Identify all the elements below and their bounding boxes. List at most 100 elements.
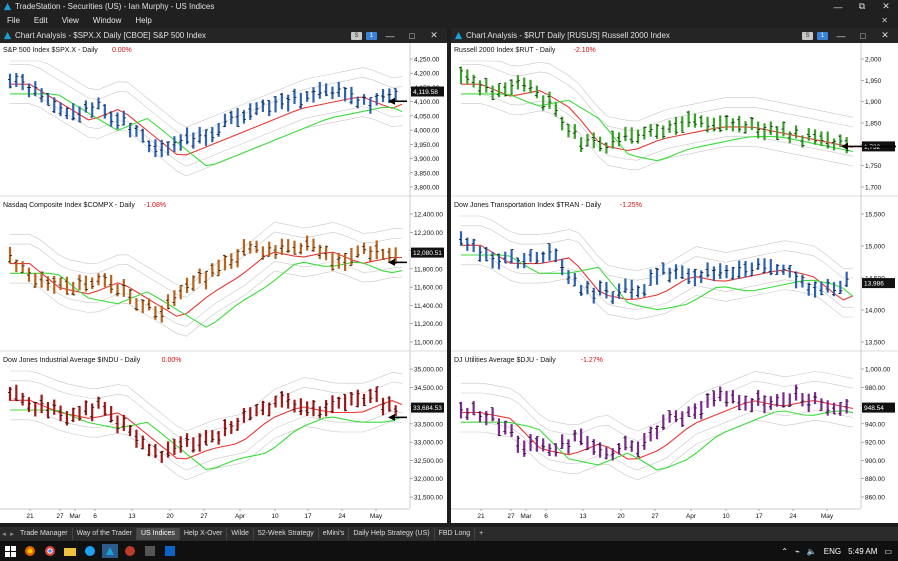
tab-scroll-left-icon[interactable]: ◂ (0, 530, 8, 538)
price-tick-label: 11,400.00 (414, 303, 443, 310)
tab-daily-help-strategy[interactable]: Daily Help Strategy (US) (349, 528, 435, 540)
price-tick-label: 4,100.00 (414, 99, 440, 106)
price-tick-label: 3,900.00 (414, 156, 440, 163)
date-tick-label: 21 (477, 513, 485, 520)
menu-edit[interactable]: Edit (27, 16, 55, 25)
add-tab-button[interactable]: + (475, 528, 487, 540)
title-bar: TradeStation - Securities (US) - Ian Mur… (0, 0, 898, 13)
svg-text:33,684.53: 33,684.53 (413, 405, 442, 412)
window-close-button[interactable]: ✕ (876, 30, 894, 41)
window-maximize-button[interactable]: □ (854, 31, 872, 41)
tab-help-x-over[interactable]: Help X-Over (180, 528, 228, 540)
panel-change: -1.08% (144, 202, 166, 209)
workspace-tab-bar: ◂ ▸ Trade Manager Way of the Trader US I… (0, 527, 898, 541)
firefox-icon[interactable] (22, 544, 38, 558)
minimize-button[interactable]: — (826, 2, 850, 12)
notifications-chevron-icon[interactable]: ⌃ (781, 547, 788, 556)
price-tick-label: 880.00 (865, 476, 885, 483)
chart-window-spx[interactable]: Chart Analysis - $SPX.X Daily [CBOE] S&P… (0, 28, 447, 523)
menu-help[interactable]: Help (128, 16, 158, 25)
close-button[interactable]: ✕ (874, 1, 898, 12)
tab-eminis[interactable]: eMini's (319, 528, 350, 540)
price-tick-label: 11,600.00 (414, 285, 443, 292)
window-title: TradeStation - Securities (US) - Ian Mur… (15, 2, 215, 11)
date-tick-label: 20 (617, 513, 625, 520)
menu-view[interactable]: View (55, 16, 86, 25)
tab-wilde[interactable]: Wilde (227, 528, 254, 540)
price-tick-label: 4,050.00 (414, 113, 440, 120)
date-tick-label: May (821, 513, 834, 520)
price-tick-label: 11,000.00 (414, 340, 443, 347)
action-center-icon[interactable]: ▭ (884, 547, 892, 556)
media-icon[interactable] (122, 544, 138, 558)
tab-trade-manager[interactable]: Trade Manager (16, 528, 73, 540)
price-tick-label: 900.00 (865, 458, 885, 465)
price-tick-label: 1,900 (865, 99, 882, 106)
menu-file[interactable]: File (0, 16, 27, 25)
windows-start-icon[interactable] (2, 544, 18, 558)
edge-icon[interactable] (82, 544, 98, 558)
symbol-link-icon[interactable]: S (351, 31, 362, 40)
panel-label: Dow Jones Transportation Index $TRAN - D… (454, 202, 602, 209)
price-tick-label: 4,200.00 (414, 71, 440, 78)
close-workspace-button[interactable]: ✕ (874, 16, 898, 25)
menu-window[interactable]: Window (86, 16, 128, 25)
symbol-link-icon[interactable]: S (802, 31, 813, 40)
windows-taskbar: ⌃ ⌁ 🔈 ENG 5:49 AM ▭ (0, 541, 898, 561)
date-tick-label: 17 (304, 513, 312, 520)
outlook-icon[interactable] (162, 544, 178, 558)
date-tick-label: 13 (128, 513, 136, 520)
language-indicator[interactable]: ENG (824, 547, 841, 556)
interval-link-icon[interactable]: 1 (817, 31, 828, 40)
price-tick-label: 1,850 (865, 121, 882, 128)
price-tick-label: 1,950 (865, 78, 882, 85)
interval-link-icon[interactable]: 1 (366, 31, 377, 40)
price-tick-label: 34,500.00 (414, 385, 443, 392)
chart-window-rut[interactable]: Chart Analysis - $RUT Daily [RUSUS] Russ… (451, 28, 898, 523)
tradestation-taskbar-icon[interactable] (102, 544, 118, 558)
tab-fbd-long[interactable]: FBD Long (435, 528, 476, 540)
date-tick-label: 17 (755, 513, 763, 520)
chart-window-header: Chart Analysis - $SPX.X Daily [CBOE] S&P… (0, 28, 447, 43)
chart-window-header: Chart Analysis - $RUT Daily [RUSUS] Russ… (451, 28, 898, 43)
file-explorer-icon[interactable] (62, 544, 78, 558)
price-tick-label: 15,500 (865, 212, 885, 219)
chrome-icon[interactable] (42, 544, 58, 558)
tab-way-of-the-trader[interactable]: Way of the Trader (73, 528, 137, 540)
price-tick-label: 3,800.00 (414, 185, 440, 192)
chart-area[interactable]: S&P 500 Index $SPX.X - Daily 0.00% 4,250.0… (0, 43, 447, 523)
tab-52-week-strategy[interactable]: 52-Week Strategy (254, 528, 319, 540)
network-icon[interactable]: ⌁ (795, 547, 800, 556)
maximize-button[interactable]: ⧉ (850, 1, 874, 12)
price-tick-label: 33,000.00 (414, 440, 443, 447)
price-tick-label: 1,000.00 (865, 367, 891, 374)
price-tick-label: 1,750 (865, 163, 882, 170)
price-tick-label: 12,400.00 (414, 212, 443, 219)
panel-label: S&P 500 Index $SPX.X - Daily (3, 47, 98, 54)
price-tick-label: 3,850.00 (414, 170, 440, 177)
tradestation-logo-icon (3, 2, 12, 11)
chart-area[interactable]: Russell 2000 Index $RUT - Daily -2.10% 2,0… (451, 43, 898, 523)
price-tick-label: 14,000 (865, 308, 885, 315)
price-tick-label: 4,000.00 (414, 128, 440, 135)
tab-us-indices[interactable]: US Indices (136, 528, 180, 540)
window-minimize-button[interactable]: — (381, 31, 399, 41)
price-tick-label: 32,000.00 (414, 476, 443, 483)
volume-icon[interactable]: 🔈 (807, 547, 817, 556)
window-maximize-button[interactable]: □ (403, 31, 421, 41)
price-tick-label: 1,700 (865, 185, 882, 192)
date-tick-label: 6 (544, 513, 548, 520)
date-tick-label: 10 (722, 513, 730, 520)
price-tick-label: 15,000 (865, 244, 885, 251)
last-price-badge: 33,684.53 (411, 402, 444, 413)
svg-text:4,119.58: 4,119.58 (413, 89, 438, 96)
price-tick-label: 980.00 (865, 385, 885, 392)
panel-change: 0.00% (112, 47, 132, 54)
price-tick-label: 940.00 (865, 421, 885, 428)
calculator-icon[interactable] (142, 544, 158, 558)
clock[interactable]: 5:49 AM (848, 547, 877, 556)
tab-scroll-right-icon[interactable]: ▸ (8, 530, 16, 538)
window-minimize-button[interactable]: — (832, 31, 850, 41)
window-close-button[interactable]: ✕ (425, 30, 443, 41)
date-tick-label: Mar (69, 513, 81, 520)
